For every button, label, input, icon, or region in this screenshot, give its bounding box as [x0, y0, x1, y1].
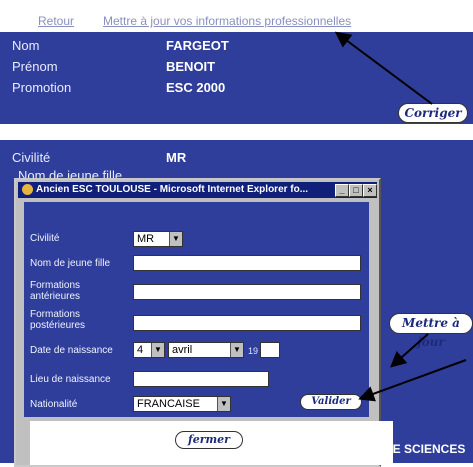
arrow-to-valider — [358, 359, 467, 402]
arrow-to-form — [390, 333, 429, 368]
annotation-arrows — [334, 31, 467, 402]
arrow-to-update-link — [334, 31, 433, 105]
